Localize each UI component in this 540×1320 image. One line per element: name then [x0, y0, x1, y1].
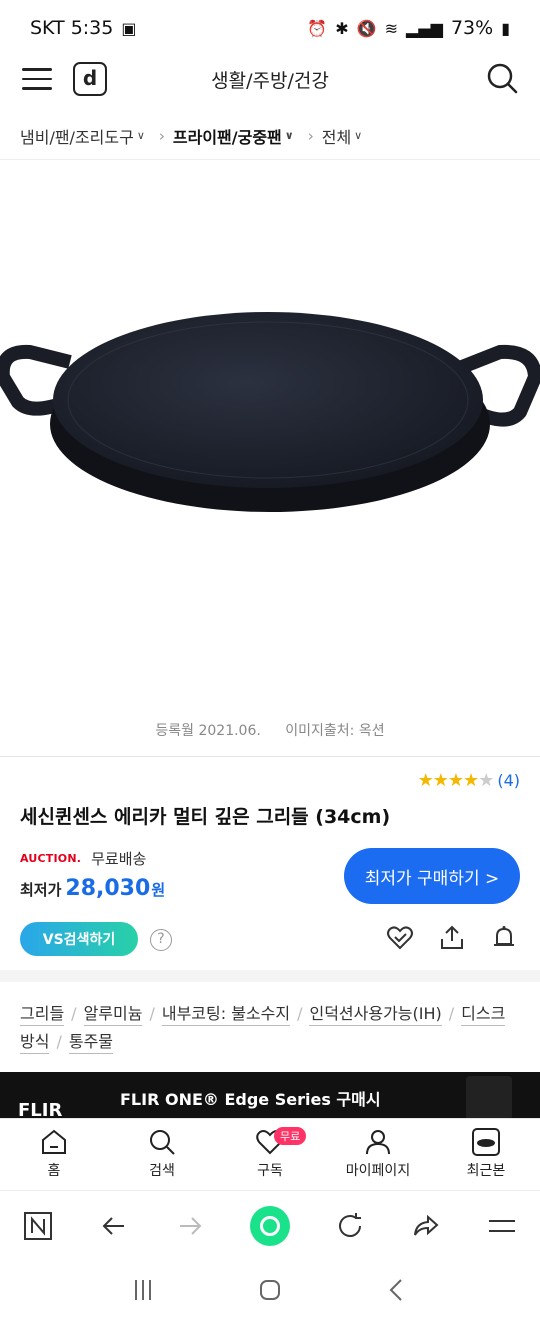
buy-lowest-price-button[interactable]: 최저가 구매하기 > [344, 848, 520, 904]
help-icon[interactable]: ? [150, 929, 172, 951]
star-icon: ★ [432, 770, 449, 791]
gallery-icon: ▣ [121, 18, 137, 38]
tag-separator: / [71, 1004, 77, 1023]
spec-tag[interactable]: 통주물 [68, 1032, 114, 1054]
tab-label: 구독 [257, 1163, 283, 1179]
tab-mypage[interactable]: 마이페이지 [324, 1119, 432, 1190]
back-arrow-icon[interactable] [98, 1210, 130, 1242]
battery-level: 73% [450, 17, 494, 39]
tab-subscribe[interactable]: 무료 구독 [216, 1119, 324, 1190]
share-icon[interactable] [438, 924, 466, 952]
status-right: ⏰ ✱ 🔇 ≋ ▂▄▆ 73% ▮ [307, 17, 510, 39]
mute-icon: 🔇 [356, 18, 377, 38]
breadcrumb: 냄비/팬/조리도구 ∨ › 프라이팬/궁중팬 ∨ › 전체 ∨ [0, 112, 540, 160]
alarm-icon: ⏰ [307, 18, 328, 38]
breadcrumb-label: 냄비/팬/조리도구 [20, 127, 134, 147]
free-badge: 무료 [274, 1127, 307, 1145]
tab-label: 최근본 [466, 1163, 506, 1179]
spec-tags: 그리들 / 알루미늄 / 내부코팅: 불소수지 / 인덕션사용가능(IH) / 디스크방식 / 통주… [20, 1000, 520, 1056]
search-icon[interactable] [486, 62, 518, 94]
price-unit: 원 [151, 881, 166, 899]
forward-arrow-icon[interactable] [174, 1210, 206, 1242]
breadcrumb-separator-icon: › [307, 126, 314, 145]
home-icon [42, 1129, 66, 1154]
tab-home[interactable]: 홈 [0, 1119, 108, 1190]
tag-separator: / [448, 1004, 455, 1023]
tag-separator: / [56, 1032, 62, 1051]
divider [0, 756, 540, 757]
tag-separator: / [297, 1004, 303, 1023]
star-rating: ★★★★★ [417, 770, 495, 791]
tab-label: 마이페이지 [345, 1163, 411, 1179]
browser-menu-icon[interactable] [486, 1210, 518, 1242]
tab-label: 검색 [149, 1163, 175, 1179]
seller-row: AUCTION. 무료배송 [20, 848, 146, 869]
battery-icon: ▮ [501, 18, 510, 38]
tag-separator: / [149, 1004, 155, 1023]
tab-recent[interactable]: 최근본 [432, 1119, 540, 1190]
page-title: 생활/주방/건강 [211, 70, 329, 92]
chevron-down-icon: ∨ [136, 129, 145, 142]
spec-tag[interactable]: 그리들 [20, 1004, 65, 1026]
recent-apps-icon[interactable] [129, 1276, 157, 1304]
search-icon [150, 1130, 175, 1155]
section-divider [0, 970, 540, 982]
star-empty-icon: ★ [478, 770, 494, 791]
naver-n-icon[interactable] [22, 1210, 54, 1242]
top-nav: d 생활/주방/건강 [0, 56, 540, 104]
price-label: 최저가 [20, 881, 62, 899]
chevron-down-icon: ∨ [284, 129, 294, 142]
breadcrumb-separator-icon: › [158, 126, 165, 145]
star-icon: ★ [463, 770, 479, 791]
price-row: 최저가 28,030 원 [20, 876, 165, 901]
spec-tag[interactable]: 내부코팅: 불소수지 [161, 1004, 291, 1026]
signal-icon: ▂▄▆ [406, 18, 443, 38]
action-icons [386, 924, 518, 952]
breadcrumb-item-cookware[interactable]: 냄비/팬/조리도구 ∨ [20, 124, 145, 148]
share-arrow-icon[interactable] [410, 1210, 442, 1242]
product-title: 세신퀸센스 에리카 멀티 깊은 그리들 (34cm) [20, 806, 391, 828]
registered-date: 등록월 2021.06. [155, 723, 261, 739]
breadcrumb-item-all[interactable]: 전체 ∨ [322, 124, 363, 148]
tab-label: 홈 [47, 1163, 61, 1179]
spec-tag[interactable]: 알루미늄 [83, 1004, 143, 1026]
breadcrumb-label: 프라이팬/궁중팬 [172, 127, 282, 147]
bell-icon[interactable] [490, 924, 518, 952]
back-button-icon[interactable] [383, 1276, 411, 1304]
vs-search-button[interactable]: VS검색하기 [20, 922, 138, 956]
image-source: 이미지출처: 옥션 [285, 723, 385, 739]
star-icon: ★ [417, 770, 434, 791]
price-value: 28,030 [65, 876, 151, 901]
wifi-icon: ≋ [384, 18, 399, 38]
image-caption: 등록월 2021.06. 이미지출처: 옥션 [0, 720, 540, 740]
bluetooth-icon: ✱ [335, 18, 349, 38]
ad-text: FLIR ONE® Edge Series 구매시 [120, 1090, 381, 1109]
android-nav-bar [0, 1260, 540, 1320]
wishlist-icon[interactable] [386, 924, 414, 952]
browser-toolbar [0, 1190, 540, 1260]
ad-brand-logo: FLIR [18, 1100, 63, 1118]
star-icon: ★ [447, 770, 464, 791]
breadcrumb-label: 전체 [321, 127, 352, 147]
product-image[interactable] [0, 162, 540, 718]
bottom-tab-bar: 홈 검색 무료 구독 마이페이지 최근본 [0, 1118, 540, 1190]
chevron-down-icon: ∨ [354, 129, 363, 142]
review-count[interactable]: (4) [497, 771, 520, 790]
ad-device-image [466, 1076, 512, 1118]
user-icon [366, 1130, 390, 1155]
home-button-icon[interactable] [256, 1276, 284, 1304]
refresh-icon[interactable] [334, 1210, 366, 1242]
ad-banner[interactable]: FLIR FLIR ONE® Edge Series 구매시 [0, 1072, 540, 1118]
auction-logo: AUCTION. [20, 852, 82, 865]
rating[interactable]: ★★★★★ (4) [418, 770, 520, 791]
status-bar: SKT 5:35 ▣ ⏰ ✱ 🔇 ≋ ▂▄▆ 73% ▮ [0, 0, 540, 56]
shipping-info: 무료배송 [91, 850, 147, 868]
tab-search[interactable]: 검색 [108, 1119, 216, 1190]
breadcrumb-item-frypan[interactable]: 프라이팬/궁중팬 ∨ [173, 124, 294, 148]
recent-pan-icon [472, 1128, 500, 1156]
carrier-time: SKT 5:35 [30, 17, 114, 39]
status-left: SKT 5:35 ▣ [30, 17, 136, 39]
naver-home-icon[interactable] [250, 1205, 290, 1246]
spec-tag[interactable]: 인덕션사용가능(IH) [309, 1004, 442, 1026]
